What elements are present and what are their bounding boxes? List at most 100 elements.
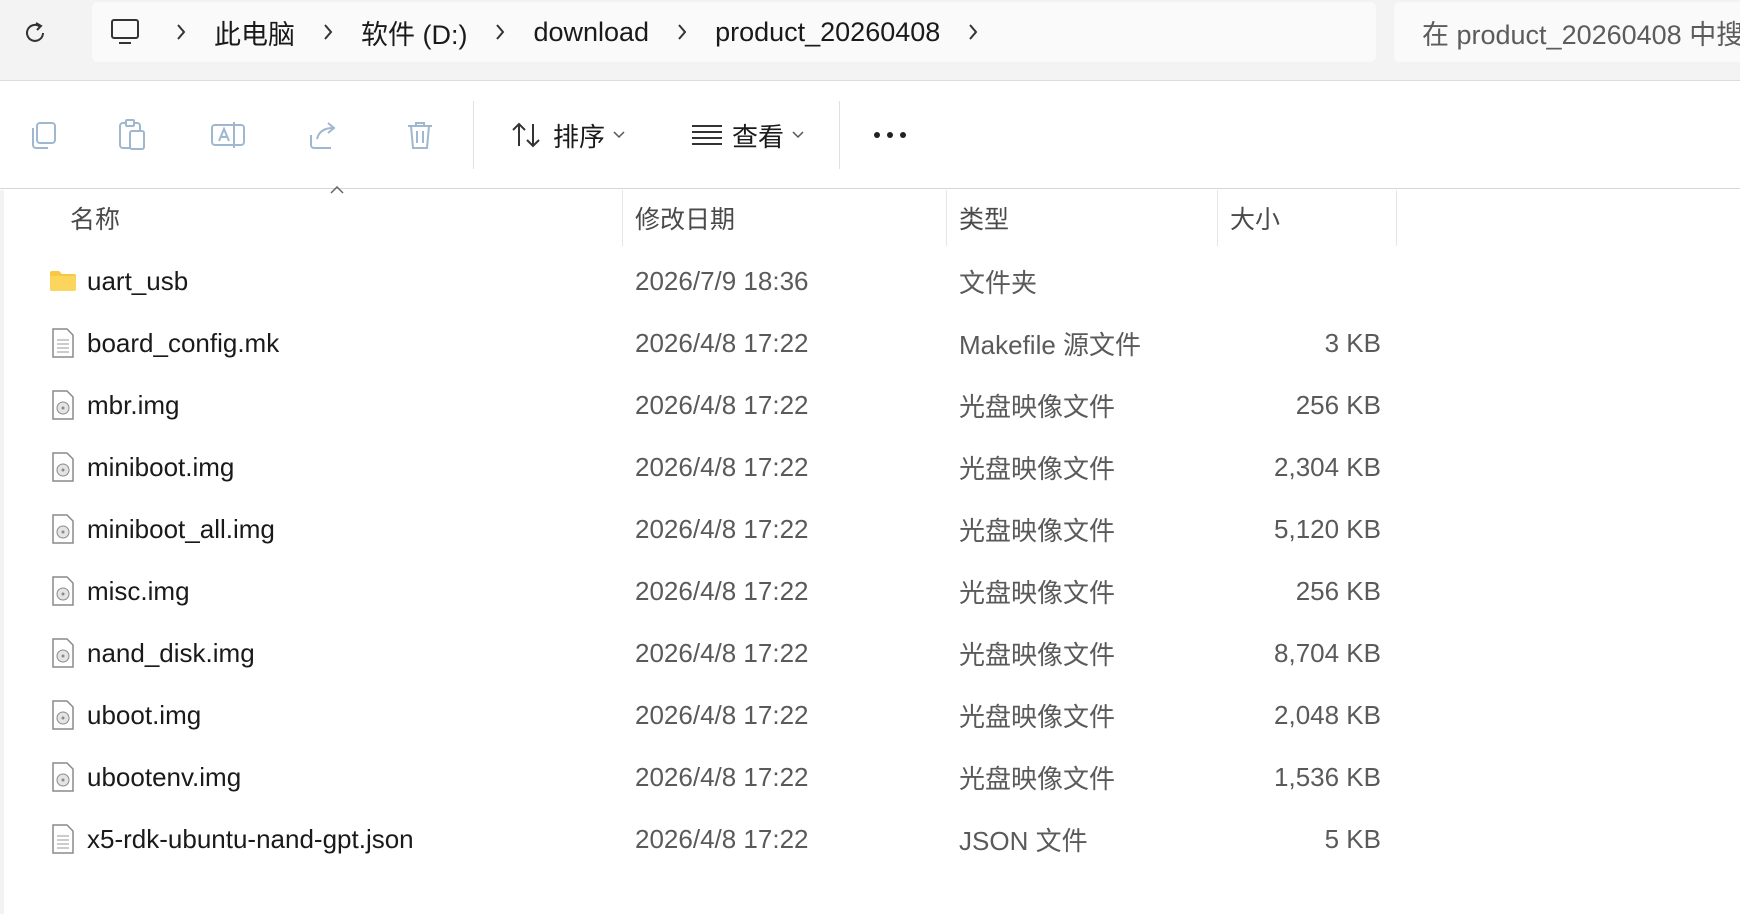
chevron-right-icon [496,24,505,40]
file-type: 光盘映像文件 [959,515,1116,546]
breadcrumb-download[interactable]: download [523,17,659,48]
breadcrumb-drive[interactable]: 软件 (D:) [351,13,477,52]
more-icon [874,132,906,138]
refresh-button[interactable] [14,12,56,54]
disc-image-icon [48,374,78,436]
column-divider[interactable] [1396,190,1397,246]
file-size: 2,304 KB [1274,451,1381,482]
chevron-right-icon [678,24,687,40]
file-date: 2026/7/9 18:36 [635,265,809,296]
file-name: ubootenv.img [87,761,242,792]
rename-button[interactable] [200,107,256,163]
file-row[interactable]: miniboot_all.img 2026/4/8 17:22 光盘映像文件 5… [0,498,1740,560]
paste-button[interactable] [104,107,160,163]
text-file-icon [48,312,78,374]
toolbar-divider [839,101,840,169]
column-modified[interactable]: 修改日期 [623,190,946,246]
file-name: miniboot_all.img [87,513,275,544]
column-name[interactable]: 名称 [58,190,621,246]
chevron-right-icon [324,24,333,40]
breadcrumb[interactable]: 此电脑 软件 (D:) download product_20260408 [92,2,1376,62]
file-name: x5-rdk-ubuntu-nand-gpt.json [87,823,414,854]
file-row[interactable]: board_config.mk 2026/4/8 17:22 Makefile … [0,312,1740,374]
chevron-right-icon [177,24,186,40]
file-date: 2026/4/8 17:22 [635,575,809,606]
share-icon [310,122,336,149]
file-size: 5,120 KB [1274,513,1381,544]
file-row[interactable]: uboot.img 2026/4/8 17:22 光盘映像文件 2,048 KB [0,684,1740,746]
search-placeholder: 在 product_20260408 中搜 [1422,19,1740,50]
file-type: 光盘映像文件 [959,391,1116,422]
file-row[interactable]: nand_disk.img 2026/4/8 17:22 光盘映像文件 8,70… [0,622,1740,684]
file-row[interactable]: misc.img 2026/4/8 17:22 光盘映像文件 256 KB [0,560,1740,622]
command-bar: 排序 查看 [0,81,1740,189]
file-name: board_config.mk [87,327,280,358]
file-date: 2026/4/8 17:22 [635,823,809,854]
file-type: 光盘映像文件 [959,701,1116,732]
file-type: Makefile 源文件 [959,329,1142,360]
file-type: 光盘映像文件 [959,577,1116,608]
file-row[interactable]: mbr.img 2026/4/8 17:22 光盘映像文件 256 KB [0,374,1740,436]
file-name: misc.img [87,575,190,606]
refresh-icon [26,22,44,42]
breadcrumb-separator[interactable] [950,23,996,41]
breadcrumb-separator[interactable] [158,23,204,41]
file-size: 5 KB [1324,823,1381,854]
file-row[interactable]: miniboot.img 2026/4/8 17:22 光盘映像文件 2,304… [0,436,1740,498]
address-bar: 此电脑 软件 (D:) download product_20260408 在 … [0,0,1740,81]
sort-icon [512,122,540,148]
file-date: 2026/4/8 17:22 [635,327,809,358]
file-size: 1,536 KB [1274,761,1381,792]
file-size: 3 KB [1324,327,1381,358]
file-size: 8,704 KB [1274,637,1381,668]
sort-button[interactable]: 排序 [500,107,634,163]
column-type[interactable]: 类型 [947,190,1217,246]
file-type: JSON 文件 [959,825,1088,856]
view-button[interactable]: 查看 [680,107,814,163]
file-date: 2026/4/8 17:22 [635,389,809,420]
file-row[interactable]: ubootenv.img 2026/4/8 17:22 光盘映像文件 1,536… [0,746,1740,808]
file-type: 光盘映像文件 [959,639,1116,670]
breadcrumb-separator[interactable] [305,23,351,41]
view-list-icon [691,125,722,145]
paste-icon [119,119,145,150]
breadcrumb-this-pc[interactable]: 此电脑 [204,13,305,52]
this-pc-button[interactable] [92,18,158,46]
chevron-right-icon [969,24,978,40]
toolbar-divider [473,101,474,169]
search-input[interactable]: 在 product_20260408 中搜 [1394,2,1740,62]
file-date: 2026/4/8 17:22 [635,513,809,544]
delete-button[interactable] [392,107,448,163]
trash-icon [408,122,432,149]
file-size: 256 KB [1295,389,1381,420]
copy-button[interactable] [16,107,72,163]
column-header: 名称 修改日期 类型 大小 [0,190,1740,246]
file-name: uboot.img [87,699,202,730]
column-name-label: 名称 [70,206,121,234]
column-size[interactable]: 大小 [1218,190,1396,246]
file-name: uart_usb [87,265,189,296]
disc-image-icon [48,436,78,498]
file-type: 文件夹 [959,267,1038,298]
file-date: 2026/4/8 17:22 [635,451,809,482]
column-size-label: 大小 [1230,206,1281,234]
file-type: 光盘映像文件 [959,763,1116,794]
text-file-icon [48,808,78,870]
breadcrumb-product-folder[interactable]: product_20260408 [705,17,950,48]
disc-image-icon [48,684,78,746]
folder-icon [48,250,78,312]
column-modified-label: 修改日期 [635,206,736,234]
file-name: nand_disk.img [87,637,255,668]
share-button[interactable] [296,107,352,163]
disc-image-icon [48,498,78,560]
file-row[interactable]: uart_usb 2026/7/9 18:36 文件夹 [0,250,1740,312]
breadcrumb-separator[interactable] [659,23,705,41]
view-label: 查看 [731,121,784,152]
file-row[interactable]: x5-rdk-ubuntu-nand-gpt.json 2026/4/8 17:… [0,808,1740,870]
more-options-button[interactable] [862,107,918,163]
rename-icon [211,122,245,148]
file-size: 2,048 KB [1274,699,1381,730]
disc-image-icon [48,560,78,622]
breadcrumb-separator[interactable] [477,23,523,41]
file-list: uart_usb 2026/7/9 18:36 文件夹 board_config… [0,250,1740,870]
